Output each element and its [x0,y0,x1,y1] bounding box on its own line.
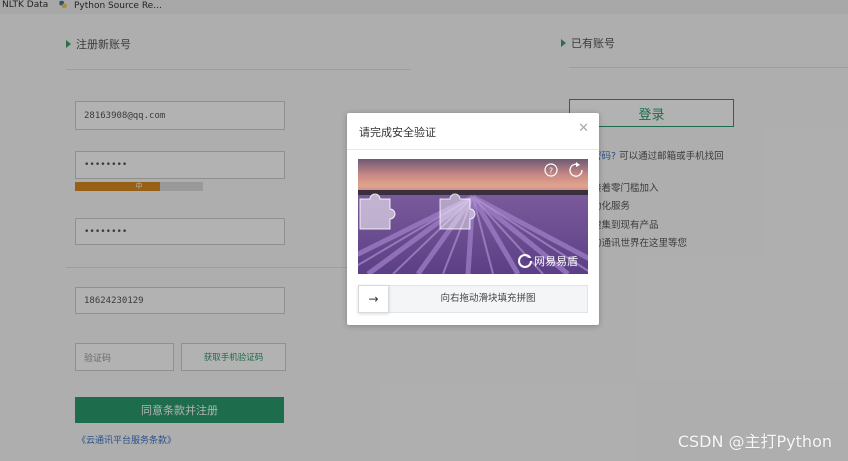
csdn-watermark: CSDN @主打Python [677,432,832,451]
close-icon[interactable]: ✕ [578,121,589,136]
captcha-title: 请完成安全验证 [359,126,436,139]
slider-instruction: 向右拖动滑块填充拼图 [440,293,536,304]
divider [347,149,599,150]
puzzle-piece[interactable] [359,193,396,230]
captcha-slider-track[interactable]: → 向右拖动滑块填充拼图 [358,285,588,313]
brand-name: 网易易盾 [534,255,578,268]
captcha-puzzle-image: ? 网易易盾 [358,159,588,274]
lavender-field-image: ? 网易易盾 [358,159,588,274]
svg-text:?: ? [549,167,553,176]
slider-handle[interactable]: → [358,285,389,313]
puzzle-target-slot [439,193,476,230]
arrow-right-icon: → [368,292,379,306]
captcha-modal: 请完成安全验证 ✕ ? 网易易盾 → 向右拖动滑块填充拼图 [347,113,599,325]
